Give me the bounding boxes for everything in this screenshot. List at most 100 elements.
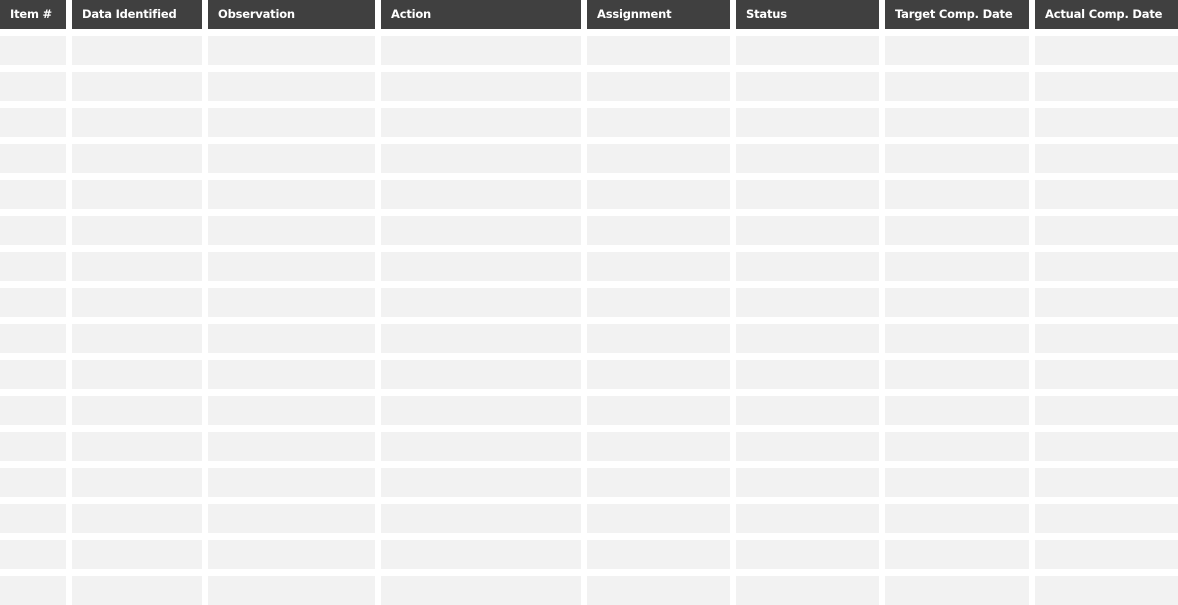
table-cell-item-no[interactable] bbox=[0, 360, 66, 389]
table-cell-actual-comp-date[interactable] bbox=[1035, 432, 1178, 461]
table-cell-item-no[interactable] bbox=[0, 108, 66, 137]
table-cell-assignment[interactable] bbox=[587, 216, 730, 245]
table-cell-status[interactable] bbox=[736, 324, 879, 353]
table-cell-target-comp-date[interactable] bbox=[885, 468, 1029, 497]
table-cell-action[interactable] bbox=[381, 576, 581, 605]
table-cell-assignment[interactable] bbox=[587, 540, 730, 569]
table-cell-assignment[interactable] bbox=[587, 360, 730, 389]
table-cell-observation[interactable] bbox=[208, 180, 375, 209]
column-header-assignment[interactable]: Assignment bbox=[587, 0, 730, 29]
table-cell-action[interactable] bbox=[381, 36, 581, 65]
table-cell-status[interactable] bbox=[736, 360, 879, 389]
table-cell-data-identified[interactable] bbox=[72, 432, 202, 461]
table-cell-data-identified[interactable] bbox=[72, 36, 202, 65]
table-cell-actual-comp-date[interactable] bbox=[1035, 72, 1178, 101]
table-cell-target-comp-date[interactable] bbox=[885, 396, 1029, 425]
table-cell-actual-comp-date[interactable] bbox=[1035, 468, 1178, 497]
table-cell-assignment[interactable] bbox=[587, 468, 730, 497]
table-cell-observation[interactable] bbox=[208, 396, 375, 425]
table-cell-status[interactable] bbox=[736, 72, 879, 101]
table-cell-target-comp-date[interactable] bbox=[885, 288, 1029, 317]
table-cell-target-comp-date[interactable] bbox=[885, 540, 1029, 569]
table-cell-observation[interactable] bbox=[208, 540, 375, 569]
table-cell-action[interactable] bbox=[381, 180, 581, 209]
column-header-item-number[interactable]: Item # bbox=[0, 0, 66, 29]
column-header-status[interactable]: Status bbox=[736, 0, 879, 29]
table-cell-assignment[interactable] bbox=[587, 36, 730, 65]
table-cell-data-identified[interactable] bbox=[72, 180, 202, 209]
table-cell-actual-comp-date[interactable] bbox=[1035, 324, 1178, 353]
table-cell-action[interactable] bbox=[381, 288, 581, 317]
table-cell-data-identified[interactable] bbox=[72, 108, 202, 137]
table-cell-action[interactable] bbox=[381, 396, 581, 425]
table-cell-action[interactable] bbox=[381, 432, 581, 461]
table-cell-item-no[interactable] bbox=[0, 576, 66, 605]
table-cell-observation[interactable] bbox=[208, 288, 375, 317]
table-cell-item-no[interactable] bbox=[0, 216, 66, 245]
table-cell-target-comp-date[interactable] bbox=[885, 72, 1029, 101]
table-cell-assignment[interactable] bbox=[587, 72, 730, 101]
table-cell-target-comp-date[interactable] bbox=[885, 180, 1029, 209]
table-cell-assignment[interactable] bbox=[587, 504, 730, 533]
table-cell-action[interactable] bbox=[381, 360, 581, 389]
column-header-data-identified[interactable]: Data Identified bbox=[72, 0, 202, 29]
table-cell-observation[interactable] bbox=[208, 576, 375, 605]
table-cell-observation[interactable] bbox=[208, 468, 375, 497]
table-cell-assignment[interactable] bbox=[587, 396, 730, 425]
table-cell-data-identified[interactable] bbox=[72, 504, 202, 533]
table-cell-actual-comp-date[interactable] bbox=[1035, 540, 1178, 569]
column-header-observation[interactable]: Observation bbox=[208, 0, 375, 29]
table-cell-target-comp-date[interactable] bbox=[885, 108, 1029, 137]
table-cell-observation[interactable] bbox=[208, 432, 375, 461]
table-cell-status[interactable] bbox=[736, 468, 879, 497]
table-cell-actual-comp-date[interactable] bbox=[1035, 576, 1178, 605]
table-cell-actual-comp-date[interactable] bbox=[1035, 216, 1178, 245]
table-cell-assignment[interactable] bbox=[587, 180, 730, 209]
table-cell-observation[interactable] bbox=[208, 36, 375, 65]
table-cell-assignment[interactable] bbox=[587, 324, 730, 353]
table-cell-action[interactable] bbox=[381, 324, 581, 353]
table-cell-actual-comp-date[interactable] bbox=[1035, 252, 1178, 281]
table-cell-action[interactable] bbox=[381, 72, 581, 101]
table-cell-observation[interactable] bbox=[208, 144, 375, 173]
table-cell-item-no[interactable] bbox=[0, 72, 66, 101]
table-cell-actual-comp-date[interactable] bbox=[1035, 396, 1178, 425]
table-cell-status[interactable] bbox=[736, 36, 879, 65]
table-cell-item-no[interactable] bbox=[0, 288, 66, 317]
table-cell-assignment[interactable] bbox=[587, 576, 730, 605]
column-header-actual-comp-date[interactable]: Actual Comp. Date bbox=[1035, 0, 1178, 29]
table-cell-status[interactable] bbox=[736, 288, 879, 317]
table-cell-target-comp-date[interactable] bbox=[885, 576, 1029, 605]
table-cell-status[interactable] bbox=[736, 504, 879, 533]
table-cell-target-comp-date[interactable] bbox=[885, 36, 1029, 65]
table-cell-status[interactable] bbox=[736, 180, 879, 209]
table-cell-item-no[interactable] bbox=[0, 468, 66, 497]
table-cell-status[interactable] bbox=[736, 396, 879, 425]
table-cell-action[interactable] bbox=[381, 108, 581, 137]
table-cell-item-no[interactable] bbox=[0, 252, 66, 281]
table-cell-status[interactable] bbox=[736, 108, 879, 137]
table-cell-item-no[interactable] bbox=[0, 144, 66, 173]
table-cell-target-comp-date[interactable] bbox=[885, 324, 1029, 353]
table-cell-target-comp-date[interactable] bbox=[885, 360, 1029, 389]
table-cell-status[interactable] bbox=[736, 216, 879, 245]
table-cell-actual-comp-date[interactable] bbox=[1035, 180, 1178, 209]
table-cell-actual-comp-date[interactable] bbox=[1035, 288, 1178, 317]
table-cell-item-no[interactable] bbox=[0, 540, 66, 569]
table-cell-data-identified[interactable] bbox=[72, 288, 202, 317]
table-cell-action[interactable] bbox=[381, 468, 581, 497]
table-cell-status[interactable] bbox=[736, 252, 879, 281]
table-cell-observation[interactable] bbox=[208, 108, 375, 137]
table-cell-data-identified[interactable] bbox=[72, 576, 202, 605]
table-cell-target-comp-date[interactable] bbox=[885, 504, 1029, 533]
table-cell-actual-comp-date[interactable] bbox=[1035, 108, 1178, 137]
table-cell-action[interactable] bbox=[381, 252, 581, 281]
table-cell-data-identified[interactable] bbox=[72, 252, 202, 281]
table-cell-data-identified[interactable] bbox=[72, 360, 202, 389]
table-cell-item-no[interactable] bbox=[0, 504, 66, 533]
table-cell-data-identified[interactable] bbox=[72, 324, 202, 353]
column-header-action[interactable]: Action bbox=[381, 0, 581, 29]
table-cell-observation[interactable] bbox=[208, 216, 375, 245]
table-cell-data-identified[interactable] bbox=[72, 468, 202, 497]
table-cell-action[interactable] bbox=[381, 504, 581, 533]
